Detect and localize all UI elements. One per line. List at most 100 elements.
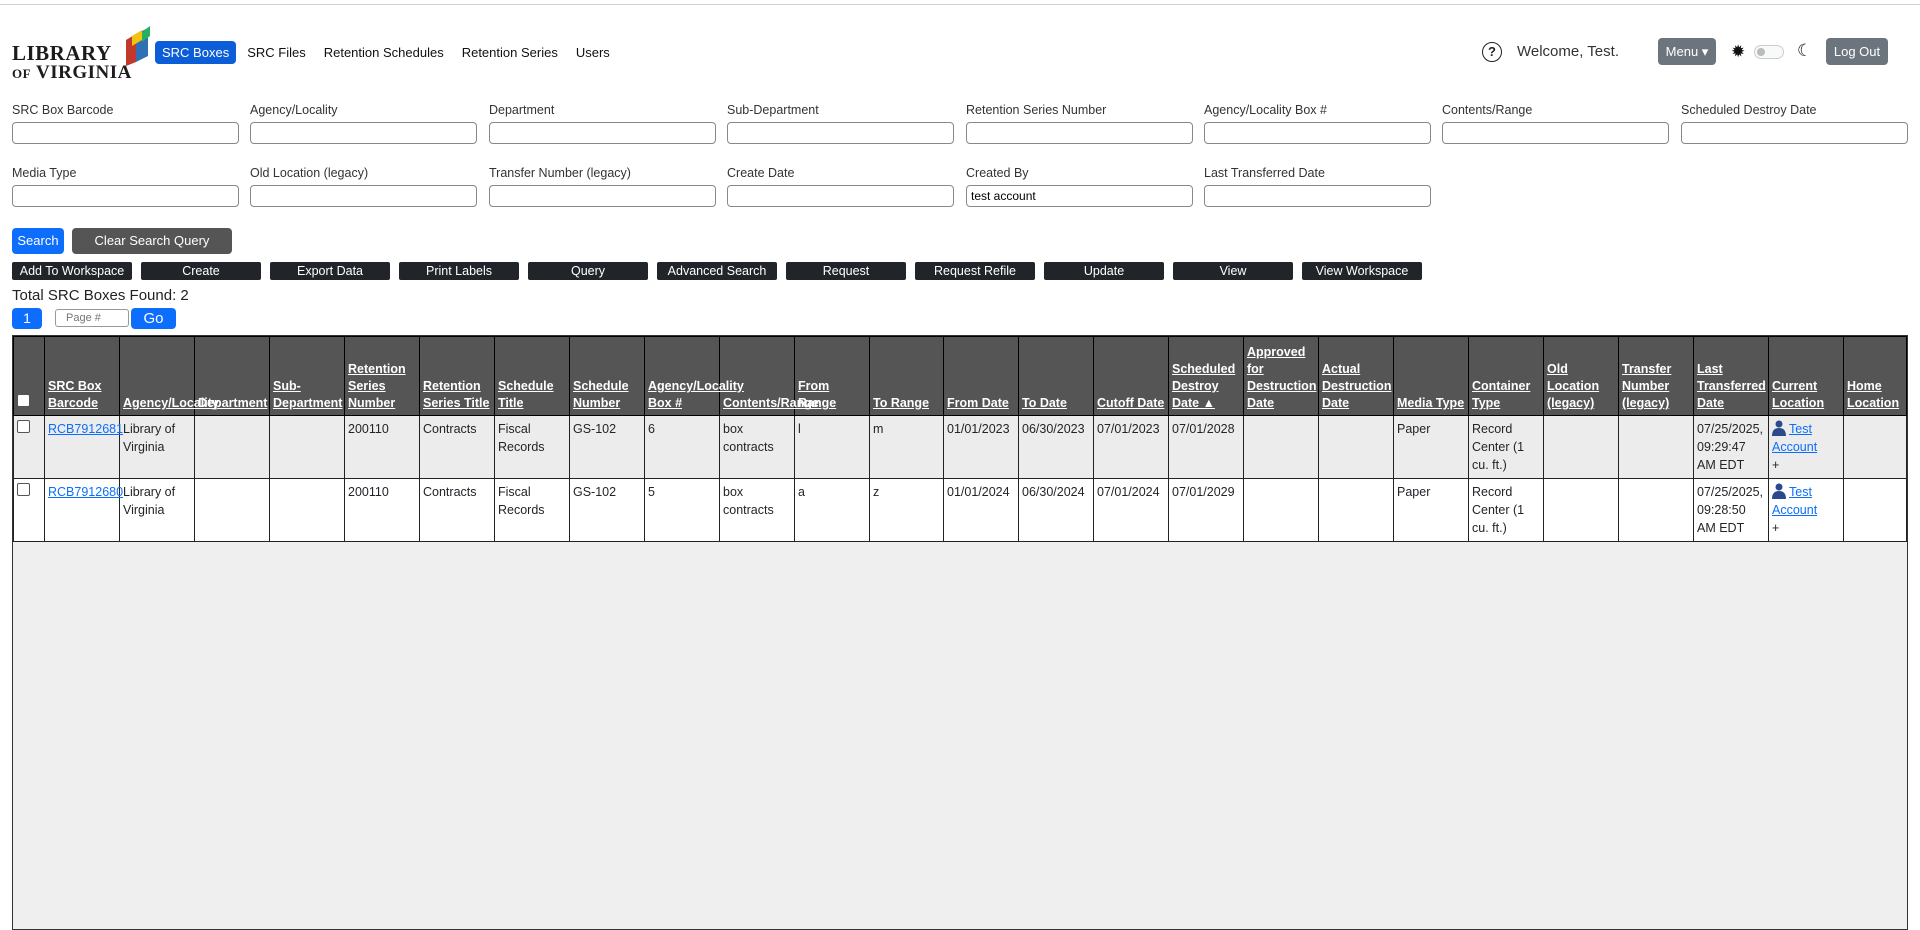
- add-to-workspace-button[interactable]: Add To Workspace: [12, 262, 132, 280]
- sun-gear-icon[interactable]: ✹: [1731, 42, 1745, 62]
- old-location-input[interactable]: [250, 185, 477, 207]
- table-cell: box contracts: [719, 415, 795, 479]
- col-header[interactable]: To Range: [869, 336, 944, 416]
- row-checkbox[interactable]: [17, 420, 30, 433]
- col-header[interactable]: From Date: [943, 336, 1019, 416]
- col-header[interactable]: Transfer Number (legacy): [1618, 336, 1694, 416]
- view-button[interactable]: View: [1173, 262, 1293, 280]
- question-circle-icon[interactable]: ?: [1482, 42, 1502, 62]
- col-header[interactable]: Contents/Range: [719, 336, 819, 416]
- nav-src-files[interactable]: SRC Files: [240, 41, 313, 64]
- retention-series-number-input[interactable]: [966, 122, 1193, 144]
- advanced-search-button[interactable]: Advanced Search: [657, 262, 777, 280]
- col-header[interactable]: Sub-Department: [269, 336, 345, 416]
- moon-icon[interactable]: ☾: [1797, 41, 1812, 61]
- col-header[interactable]: Actual Destruction Date: [1318, 336, 1394, 416]
- last-transferred-date-input[interactable]: [1204, 185, 1431, 207]
- col-header[interactable]: Retention Series Title: [419, 336, 495, 416]
- row-checkbox[interactable]: [17, 483, 30, 496]
- add-location-button[interactable]: +: [1772, 521, 1779, 535]
- add-location-button[interactable]: +: [1772, 458, 1779, 472]
- create-date-input[interactable]: [727, 185, 954, 207]
- agency-locality-input[interactable]: [250, 122, 477, 144]
- src-box-barcode-input[interactable]: [12, 122, 239, 144]
- table-cell: 6: [644, 415, 720, 479]
- scheduled-destroy-date-input[interactable]: [1681, 122, 1908, 144]
- theme-toggle-switch[interactable]: [1754, 45, 1784, 59]
- go-button[interactable]: Go: [131, 308, 176, 329]
- create-button[interactable]: Create: [141, 262, 261, 280]
- select-all-header: [13, 336, 45, 416]
- col-header[interactable]: Retention Series Number: [344, 336, 420, 416]
- department-input[interactable]: [489, 122, 716, 144]
- field-sub-department: Sub-Department: [727, 103, 955, 144]
- col-header[interactable]: Home Location: [1843, 336, 1907, 416]
- page-1-button[interactable]: 1: [12, 308, 42, 329]
- media-type-input[interactable]: [12, 185, 239, 207]
- results-table: SRC Box Barcode Agency/Locality Departme…: [13, 336, 1907, 542]
- table-cell: [1318, 478, 1394, 542]
- col-header[interactable]: From Range: [794, 336, 870, 416]
- nav-retention-schedules[interactable]: Retention Schedules: [317, 41, 451, 64]
- nav-users[interactable]: Users: [569, 41, 617, 64]
- table-cell: RCB7912681: [44, 415, 123, 479]
- nav-retention-series[interactable]: Retention Series: [455, 41, 565, 64]
- library-of-virginia-logo[interactable]: LIBRARY OF VIRGINIA: [12, 26, 150, 83]
- col-header[interactable]: To Date: [1018, 336, 1094, 416]
- barcode-link[interactable]: RCB7912680: [48, 485, 123, 499]
- table-cell: Record Center (1 cu. ft.): [1468, 478, 1544, 542]
- field-contents-range: Contents/Range: [1442, 103, 1670, 144]
- col-header[interactable]: Agency/Locality: [119, 336, 219, 416]
- table-cell: [1243, 415, 1319, 479]
- export-data-button[interactable]: Export Data: [270, 262, 390, 280]
- field-old-location: Old Location (legacy): [250, 166, 478, 207]
- page-number-input[interactable]: [55, 309, 129, 327]
- menu-button[interactable]: Menu ▾: [1658, 38, 1716, 65]
- col-header[interactable]: Old Location (legacy): [1543, 336, 1619, 416]
- table-cell: 200110: [344, 478, 420, 542]
- clear-search-button[interactable]: Clear Search Query: [72, 228, 232, 254]
- field-last-transferred-date: Last Transferred Date: [1204, 166, 1432, 207]
- col-header[interactable]: Agency/Locality Box #: [644, 336, 744, 416]
- table-cell: [1618, 415, 1694, 479]
- view-workspace-button[interactable]: View Workspace: [1302, 262, 1422, 280]
- table-cell: Library of Virginia: [119, 415, 195, 479]
- table-cell: 01/01/2023: [943, 415, 1019, 479]
- agency-box-number-input[interactable]: [1204, 122, 1431, 144]
- col-header[interactable]: Department: [194, 336, 270, 416]
- col-header[interactable]: Approved for Destruction Date: [1243, 336, 1319, 416]
- print-labels-button[interactable]: Print Labels: [399, 262, 519, 280]
- col-header[interactable]: Schedule Title: [494, 336, 570, 416]
- col-header-sorted[interactable]: Scheduled Destroy Date ▲: [1168, 336, 1244, 416]
- person-icon: [1772, 483, 1786, 499]
- search-button[interactable]: Search: [12, 228, 64, 254]
- barcode-link[interactable]: RCB7912681: [48, 422, 123, 436]
- transfer-number-input[interactable]: [489, 185, 716, 207]
- created-by-input[interactable]: [966, 185, 1193, 207]
- col-header[interactable]: Container Type: [1468, 336, 1544, 416]
- table-cell: [1618, 478, 1694, 542]
- table-cell: [1243, 478, 1319, 542]
- update-button[interactable]: Update: [1044, 262, 1164, 280]
- query-button[interactable]: Query: [528, 262, 648, 280]
- col-header[interactable]: Current Location: [1768, 336, 1844, 416]
- col-header[interactable]: Media Type: [1393, 336, 1469, 416]
- select-all-checkbox[interactable]: [17, 394, 30, 407]
- results-table-container: SRC Box Barcode Agency/Locality Departme…: [12, 335, 1908, 930]
- request-refile-button[interactable]: Request Refile: [915, 262, 1035, 280]
- nav-src-boxes[interactable]: SRC Boxes: [155, 41, 237, 64]
- col-header[interactable]: Cutoff Date: [1093, 336, 1169, 416]
- contents-range-input[interactable]: [1442, 122, 1669, 144]
- request-button[interactable]: Request: [786, 262, 906, 280]
- welcome-text: Welcome, Test.: [1517, 43, 1619, 60]
- col-header[interactable]: Last Transferred Date: [1693, 336, 1769, 416]
- table-cell: [194, 478, 270, 542]
- table-cell: m: [869, 415, 944, 479]
- table-cell: 5: [644, 478, 720, 542]
- col-header[interactable]: SRC Box Barcode: [44, 336, 120, 416]
- field-transfer-number: Transfer Number (legacy): [489, 166, 717, 207]
- sub-department-input[interactable]: [727, 122, 954, 144]
- col-header[interactable]: Schedule Number: [569, 336, 645, 416]
- logout-button[interactable]: Log Out: [1826, 38, 1888, 65]
- field-agency-box-number: Agency/Locality Box #: [1204, 103, 1432, 144]
